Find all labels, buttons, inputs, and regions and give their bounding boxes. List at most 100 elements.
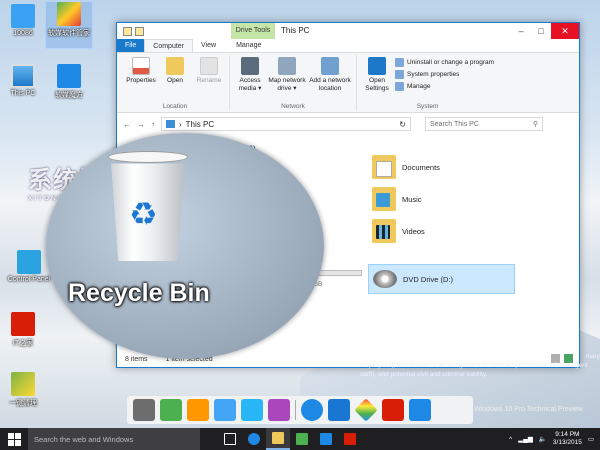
tab-view[interactable]: View: [193, 39, 224, 52]
folder-videos[interactable]: Videos: [372, 219, 425, 243]
desktop-icon-label: 软媒魔方: [55, 92, 83, 99]
clock[interactable]: 9:14 PM 3/13/2015: [553, 431, 582, 447]
taskbar-ithome[interactable]: [338, 428, 362, 450]
refresh-icon[interactable]: ↻: [399, 120, 406, 129]
store-bag-icon[interactable]: [187, 399, 209, 421]
group-caption-system: System: [416, 103, 439, 110]
title-bar[interactable]: Drive Tools This PC – □ ✕: [117, 23, 579, 39]
forward-icon[interactable]: →: [137, 120, 145, 129]
taskbar-search-input[interactable]: Search the web and Windows: [28, 428, 200, 450]
network-drive-icon: [278, 57, 296, 75]
store-icon: [296, 433, 308, 445]
desktop-icon-label: 软媒软件管家: [48, 30, 90, 37]
address-bar[interactable]: › This PC ↻: [161, 117, 411, 131]
folder-gray-icon[interactable]: [133, 399, 155, 421]
desktop-icon-label: IT之家: [12, 340, 34, 347]
notification-icon[interactable]: ▭: [588, 435, 594, 443]
taskbar-tiles[interactable]: [314, 428, 338, 450]
folder-blue-icon[interactable]: [214, 399, 236, 421]
ithome-icon: [11, 312, 35, 336]
button-label: Add a network location: [309, 77, 351, 92]
computer-small-icon: [166, 120, 175, 128]
programs-icon: [395, 58, 404, 67]
tab-computer[interactable]: Computer: [144, 39, 194, 52]
rename-icon: [200, 57, 218, 75]
breadcrumb-this-pc[interactable]: This PC: [186, 120, 214, 129]
tab-manage[interactable]: Manage: [228, 39, 269, 52]
group-caption-network: Network: [281, 103, 305, 110]
music-folder-icon: [372, 187, 396, 211]
folder-music[interactable]: Music: [372, 187, 422, 211]
minimize-button[interactable]: –: [511, 23, 531, 39]
desktop-icon-ruanmei-cube[interactable]: 软媒魔方: [46, 64, 92, 100]
item-count: 8 items: [125, 355, 148, 363]
navigation-bar: ← → ↑ › This PC ↻ Search This PC ⚲: [117, 113, 579, 135]
ribbon-tabs: File Computer View Manage: [117, 39, 579, 53]
desktop-icon-label: 一键清理: [9, 400, 37, 407]
search-icon[interactable]: [409, 399, 431, 421]
up-icon[interactable]: ↑: [151, 120, 155, 129]
properties-icon: [132, 57, 150, 75]
button-label: Map network drive ▾: [268, 77, 306, 92]
desktop-icon-cleaner[interactable]: 一键清理: [0, 372, 46, 408]
button-label: Rename: [196, 77, 222, 84]
recycle-bin-label[interactable]: Recycle Bin: [68, 279, 210, 308]
clock-time: 9:14 PM: [555, 431, 580, 438]
new-folder-small-icon[interactable]: [135, 26, 144, 36]
tools-icon[interactable]: [268, 399, 290, 421]
recycle-bin-lid: [108, 151, 188, 163]
colorful-diamond-icon[interactable]: [354, 398, 378, 422]
volume-icon[interactable]: 🔈: [539, 435, 547, 443]
explorer-tiles-icon[interactable]: [328, 399, 350, 421]
ithome-icon: [344, 433, 356, 445]
button-label: Access media ▾: [238, 77, 262, 92]
button-label: Properties: [126, 77, 156, 84]
gear-icon: [368, 57, 386, 75]
games-icon[interactable]: [160, 399, 182, 421]
start-button[interactable]: [0, 428, 28, 450]
taskbar-file-explorer[interactable]: [266, 428, 290, 450]
search-input[interactable]: Search This PC ⚲: [425, 117, 543, 131]
maximize-button[interactable]: □: [531, 23, 551, 39]
system-properties-button[interactable]: System properties: [395, 70, 494, 79]
windows-version-text: Windows 10 Pro Technical Preview: [474, 406, 583, 413]
window-controls: – □ ✕: [511, 23, 579, 39]
tray-chevron-icon[interactable]: ^: [509, 436, 512, 443]
system-properties-icon: [395, 70, 404, 79]
desktop-icon-ithome[interactable]: IT之家: [0, 312, 46, 348]
dvd-drive-icon: [373, 270, 397, 288]
network-icon[interactable]: ▂▄▆: [518, 435, 533, 443]
computer-icon: [11, 64, 35, 88]
taskbar-store[interactable]: [290, 428, 314, 450]
context-tab-drive-tools: Drive Tools: [231, 23, 275, 39]
recycle-symbol-icon: ♻: [129, 195, 158, 233]
close-button[interactable]: ✕: [551, 23, 579, 39]
ie-icon[interactable]: [301, 399, 323, 421]
desktop-icon-ruanmei-manager[interactable]: 软媒软件管家: [45, 1, 93, 49]
ribbon: Properties Open Rename Location Access m…: [117, 53, 579, 113]
clock-date: 3/13/2015: [552, 439, 582, 446]
ie-icon: [248, 433, 260, 445]
customize-toolbar-icon[interactable]: [147, 27, 153, 36]
cleaner-icon: [11, 372, 35, 396]
back-icon[interactable]: ←: [123, 120, 131, 129]
task-view-icon: [224, 433, 236, 445]
ithome-icon[interactable]: [382, 399, 404, 421]
desktop-icon-this-pc[interactable]: This PC: [0, 64, 46, 97]
ribbon-group-location: Properties Open Rename Location: [121, 55, 230, 111]
ribbon-group-network: Access media ▾ Map network drive ▾ Add a…: [230, 55, 357, 111]
dvd-drive-item[interactable]: DVD Drive (D:): [368, 264, 515, 294]
user-icon: [11, 4, 35, 28]
task-view-button[interactable]: [218, 428, 242, 450]
uninstall-program-button[interactable]: Uninstall or change a program: [395, 58, 494, 67]
lock-folder-icon[interactable]: [241, 399, 263, 421]
properties-small-icon[interactable]: [123, 26, 132, 36]
desktop-icon-10086[interactable]: 10086: [0, 4, 46, 37]
manage-button[interactable]: Manage: [395, 82, 494, 91]
control-panel-icon: [17, 250, 41, 274]
open-folder-icon: [166, 57, 184, 75]
videos-folder-icon: [372, 219, 396, 243]
folder-documents[interactable]: Documents: [372, 155, 440, 179]
taskbar-ie[interactable]: [242, 428, 266, 450]
tab-file[interactable]: File: [117, 39, 145, 52]
